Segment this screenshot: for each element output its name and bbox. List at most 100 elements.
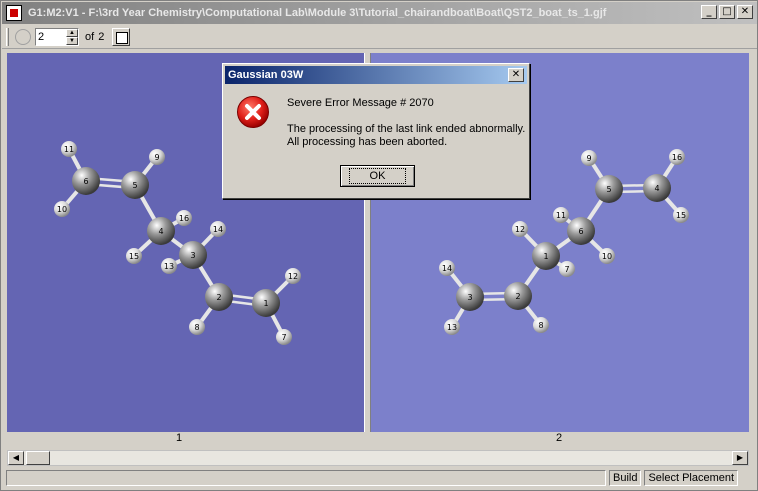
hydrogen-atom-15[interactable]: 15 [673,207,689,223]
svg-text:8: 8 [194,323,199,332]
svg-text:10: 10 [57,205,67,214]
svg-text:2: 2 [515,292,520,301]
svg-text:9: 9 [154,153,159,162]
molecule-toolbar: ▲ ▼ of 2 [2,25,757,49]
hydrogen-atom-14[interactable]: 14 [210,221,226,237]
hydrogen-atom-8[interactable]: 8 [533,317,549,333]
dialog-title: Gaussian 03W [228,69,304,81]
hydrogen-atom-9[interactable]: 9 [581,150,597,166]
error-header: Severe Error Message # 2070 [287,97,434,109]
carbon-atom-1[interactable]: 1 [532,242,560,270]
hydrogen-atom-8[interactable]: 8 [189,319,205,335]
window-controls: _ □ ✕ [701,5,753,19]
svg-text:12: 12 [288,272,298,281]
svg-text:13: 13 [164,262,174,271]
svg-text:5: 5 [132,181,137,190]
minimize-button[interactable]: _ [701,5,717,19]
svg-text:13: 13 [447,323,457,332]
spin-down-icon[interactable]: ▼ [66,36,78,45]
error-dialog: Gaussian 03W ✕ Severe Error Message # 20… [222,63,530,199]
animate-button[interactable] [15,28,31,45]
svg-text:4: 4 [158,227,163,236]
svg-text:8: 8 [538,321,543,330]
scroll-thumb[interactable] [26,451,50,465]
hydrogen-atom-15[interactable]: 15 [126,248,142,264]
dialog-close-button[interactable]: ✕ [508,68,524,82]
carbon-atom-2[interactable]: 2 [205,283,233,311]
carbon-atom-5[interactable]: 5 [121,171,149,199]
hydrogen-atom-13[interactable]: 13 [444,319,460,335]
hydrogen-atom-13[interactable]: 13 [161,258,177,274]
svg-text:4: 4 [654,184,659,193]
hydrogen-atom-16[interactable]: 16 [176,210,192,226]
scroll-left-icon[interactable]: ◀ [8,451,24,465]
error-line-2: All processing has been aborted. [287,136,448,148]
close-button[interactable]: ✕ [737,5,753,19]
svg-text:3: 3 [190,251,195,260]
svg-text:9: 9 [586,154,591,163]
carbon-atom-4[interactable]: 4 [147,217,175,245]
spin-up-icon[interactable]: ▲ [66,28,78,37]
carbon-atom-6[interactable]: 6 [72,167,100,195]
svg-text:7: 7 [564,265,569,274]
molecule-total: 2 [98,30,105,43]
maximize-button[interactable]: □ [719,5,735,19]
hydrogen-atom-10[interactable]: 10 [599,248,615,264]
svg-text:16: 16 [179,214,189,223]
svg-text:14: 14 [442,264,452,273]
hydrogen-atom-14[interactable]: 14 [439,260,455,276]
carbon-atom-3[interactable]: 3 [179,241,207,269]
error-line-1: The processing of the last link ended ab… [287,123,526,135]
svg-text:14: 14 [213,225,223,234]
carbon-atom-3[interactable]: 3 [456,283,484,311]
hydrogen-atom-11[interactable]: 11 [61,141,77,157]
status-message [6,470,606,486]
svg-text:3: 3 [467,293,472,302]
hydrogen-atom-16[interactable]: 16 [669,149,685,165]
pane-labels: 1 2 [7,432,749,446]
molecule-index-input[interactable] [36,28,66,45]
svg-text:15: 15 [676,211,686,220]
molecule-list-button[interactable] [112,27,131,46]
hydrogen-atom-11[interactable]: 11 [553,207,569,223]
carbon-atom-6[interactable]: 6 [567,217,595,245]
carbon-atom-5[interactable]: 5 [595,175,623,203]
toolbar-grip[interactable] [6,27,9,46]
status-bar: Build Select Placement [2,468,757,488]
of-label: of [85,30,95,43]
carbon-atom-1[interactable]: 1 [252,289,280,317]
svg-text:11: 11 [556,211,566,220]
horizontal-scrollbar[interactable]: ◀ ▶ [7,450,749,466]
svg-text:15: 15 [129,252,139,261]
ok-button[interactable]: OK [340,165,415,187]
hydrogen-atom-12[interactable]: 12 [285,268,301,284]
pane-2-label: 2 [556,432,563,444]
molecule-index-spinner[interactable]: ▲ ▼ [35,27,79,46]
hydrogen-atom-9[interactable]: 9 [149,149,165,165]
svg-text:7: 7 [281,333,286,342]
hydrogen-atom-7[interactable]: 7 [276,329,292,345]
ok-button-label: OK [348,168,407,184]
hydrogen-atom-7[interactable]: 7 [559,261,575,277]
svg-text:11: 11 [64,145,74,154]
dialog-title-bar[interactable]: Gaussian 03W ✕ [225,66,527,84]
carbon-atom-2[interactable]: 2 [504,282,532,310]
svg-text:5: 5 [606,185,611,194]
svg-text:6: 6 [578,227,583,236]
carbon-atom-4[interactable]: 4 [643,174,671,202]
svg-text:12: 12 [515,225,525,234]
svg-text:10: 10 [602,252,612,261]
status-mode: Build [609,470,642,486]
pane-1-label: 1 [176,432,183,444]
title-bar[interactable]: G1:M2:V1 - F:\3rd Year Chemistry\Computa… [2,2,757,24]
hydrogen-atom-10[interactable]: 10 [54,201,70,217]
window-title: G1:M2:V1 - F:\3rd Year Chemistry\Computa… [28,7,607,19]
error-icon [237,96,269,128]
svg-text:6: 6 [83,177,88,186]
status-action: Select Placement [644,470,739,486]
hydrogen-atom-12[interactable]: 12 [512,221,528,237]
svg-text:1: 1 [263,299,268,308]
scroll-right-icon[interactable]: ▶ [732,451,748,465]
app-icon[interactable] [6,5,22,21]
svg-text:1: 1 [543,252,548,261]
